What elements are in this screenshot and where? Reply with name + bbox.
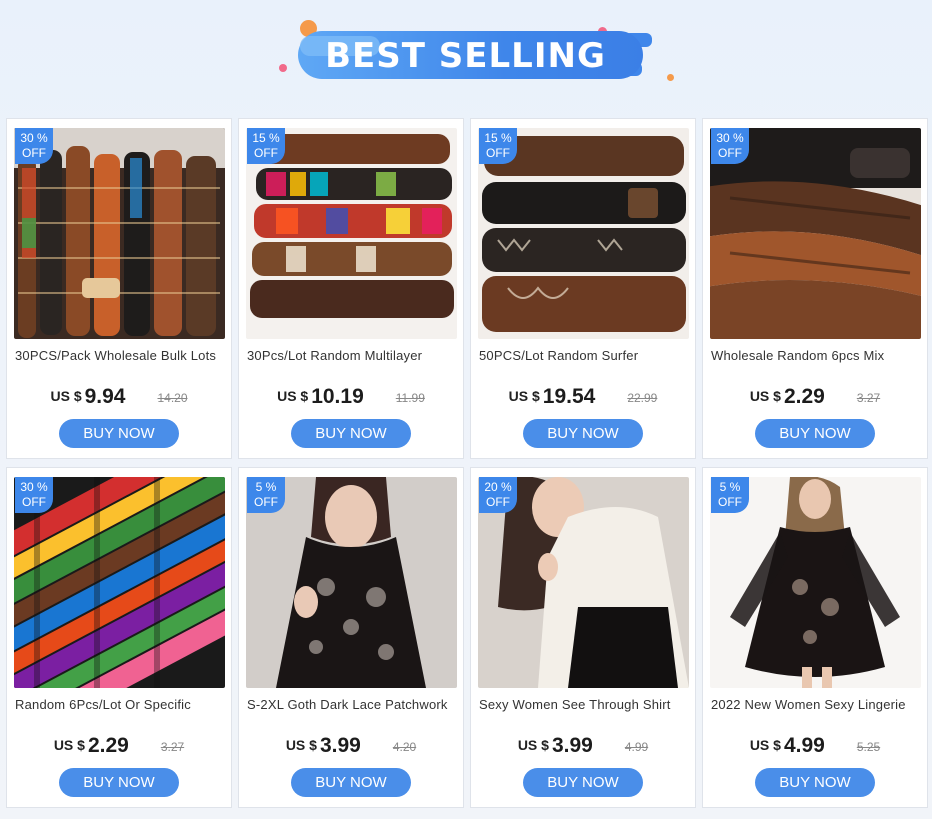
currency-label: US $	[749, 388, 781, 404]
currency-label: US $	[53, 737, 85, 753]
decor-dot	[667, 74, 674, 81]
discount-off-label: OFF	[718, 146, 742, 160]
product-card[interactable]: 5 % OFF 2022 New Women Sexy Lingerie US …	[702, 467, 928, 808]
product-card[interactable]: 30 % OFF 30PCS/Pack Wholesale Bulk Lots …	[6, 118, 232, 459]
discount-percent: 5 %	[255, 480, 277, 494]
discount-badge: 30 % OFF	[15, 477, 53, 513]
buy-now-button[interactable]: BUY NOW	[523, 419, 643, 448]
price-row: US $3.99 4.20	[239, 734, 463, 758]
buy-now-button[interactable]: BUY NOW	[755, 419, 875, 448]
product-name[interactable]: 30PCS/Pack Wholesale Bulk Lots	[15, 348, 227, 363]
product-card[interactable]: 30 % OFF Wholesale Random 6pcs Mix US $2…	[702, 118, 928, 459]
sale-price: 2.29	[783, 385, 825, 408]
sale-price: 3.99	[551, 734, 593, 757]
discount-badge: 15 % OFF	[479, 128, 517, 164]
currency-label: US $	[277, 388, 309, 404]
currency-label: US $	[508, 388, 540, 404]
product-card[interactable]: 15 % OFF 30Pcs/Lot Random Multilayer US …	[238, 118, 464, 459]
discount-off-label: OFF	[718, 495, 742, 509]
currency-label: US $	[749, 737, 781, 753]
sale-price: 10.19	[311, 385, 364, 408]
discount-off-label: OFF	[486, 146, 510, 160]
discount-percent: 30 %	[20, 131, 48, 145]
product-name[interactable]: Wholesale Random 6pcs Mix	[711, 348, 923, 363]
discount-percent: 5 %	[719, 480, 741, 494]
original-price: 11.99	[395, 391, 425, 405]
product-name[interactable]: Sexy Women See Through Shirt	[479, 697, 691, 712]
price-row: US $2.29 3.27	[7, 734, 231, 758]
price-row: US $19.54 22.99	[471, 385, 695, 409]
discount-badge: 30 % OFF	[15, 128, 53, 164]
original-price: 5.25	[856, 740, 881, 754]
product-card[interactable]: 30 % OFF Random 6Pcs/Lot Or Specific US …	[6, 467, 232, 808]
currency-label: US $	[50, 388, 82, 404]
original-price: 3.27	[856, 391, 881, 405]
buy-now-button[interactable]: BUY NOW	[523, 768, 643, 797]
discount-off-label: OFF	[486, 495, 510, 509]
product-grid: 30 % OFF 30PCS/Pack Wholesale Bulk Lots …	[6, 118, 928, 808]
original-price: 4.99	[624, 740, 649, 754]
sale-price: 19.54	[542, 385, 596, 408]
sale-price: 9.94	[84, 385, 126, 408]
product-card[interactable]: 5 % OFF S-2XL Goth Dark Lace Patchwork U…	[238, 467, 464, 808]
original-price: 14.20	[157, 391, 188, 405]
sale-price: 2.29	[87, 734, 129, 757]
currency-label: US $	[285, 737, 317, 753]
best-selling-banner: BEST SELLING	[0, 0, 932, 110]
discount-percent: 20 %	[484, 480, 512, 494]
price-row: US $9.94 14.20	[7, 385, 231, 409]
product-name[interactable]: 2022 New Women Sexy Lingerie	[711, 697, 923, 712]
discount-percent: 30 %	[716, 131, 744, 145]
currency-label: US $	[517, 737, 549, 753]
original-price: 4.20	[392, 740, 417, 754]
price-row: US $2.29 3.27	[703, 385, 927, 409]
product-card[interactable]: 20 % OFF Sexy Women See Through Shirt US…	[470, 467, 696, 808]
discount-badge: 30 % OFF	[711, 128, 749, 164]
decor-dot	[279, 64, 287, 72]
discount-percent: 15 %	[484, 131, 512, 145]
discount-off-label: OFF	[254, 146, 278, 160]
sale-price: 3.99	[319, 734, 361, 757]
discount-badge: 5 % OFF	[247, 477, 285, 513]
banner-title: BEST SELLING	[325, 36, 606, 76]
discount-percent: 30 %	[20, 480, 48, 494]
discount-badge: 5 % OFF	[711, 477, 749, 513]
original-price: 3.27	[160, 740, 185, 754]
buy-now-button[interactable]: BUY NOW	[755, 768, 875, 797]
price-row: US $4.99 5.25	[703, 734, 927, 758]
discount-badge: 20 % OFF	[479, 477, 517, 513]
discount-percent: 15 %	[252, 131, 280, 145]
product-name[interactable]: 50PCS/Lot Random Surfer	[479, 348, 691, 363]
product-card[interactable]: 15 % OFF 50PCS/Lot Random Surfer US $19.…	[470, 118, 696, 459]
product-name[interactable]: Random 6Pcs/Lot Or Specific	[15, 697, 227, 712]
discount-off-label: OFF	[254, 495, 278, 509]
price-row: US $3.99 4.99	[471, 734, 695, 758]
buy-now-button[interactable]: BUY NOW	[291, 419, 411, 448]
product-name[interactable]: S-2XL Goth Dark Lace Patchwork	[247, 697, 459, 712]
buy-now-button[interactable]: BUY NOW	[59, 419, 179, 448]
buy-now-button[interactable]: BUY NOW	[291, 768, 411, 797]
product-name[interactable]: 30Pcs/Lot Random Multilayer	[247, 348, 459, 363]
price-row: US $10.19 11.99	[239, 385, 463, 409]
discount-badge: 15 % OFF	[247, 128, 285, 164]
original-price: 22.99	[627, 391, 658, 405]
discount-off-label: OFF	[22, 495, 46, 509]
buy-now-button[interactable]: BUY NOW	[59, 768, 179, 797]
sale-price: 4.99	[783, 734, 825, 757]
discount-off-label: OFF	[22, 146, 46, 160]
